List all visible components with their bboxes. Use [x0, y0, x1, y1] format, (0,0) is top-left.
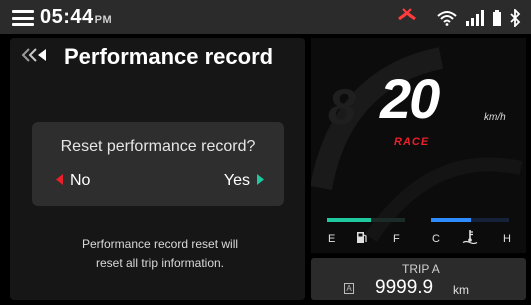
info-text-line-1: Performance record reset will — [81, 237, 239, 251]
arrow-left-icon — [56, 172, 63, 190]
coolant-temp-icon — [462, 230, 478, 249]
speed-unit: km/h — [484, 112, 506, 123]
yes-button[interactable]: Yes — [224, 172, 264, 190]
status-icons — [437, 7, 521, 29]
no-button[interactable]: No — [56, 172, 90, 190]
temp-gauge-bar — [431, 218, 471, 222]
back-icon[interactable] — [20, 47, 54, 68]
trip-badge-icon: A — [344, 283, 354, 294]
alert-icon — [397, 7, 417, 28]
speed-readout: 20 — [380, 67, 440, 130]
yes-label: Yes — [223, 172, 250, 189]
clock: 05:44PM — [40, 6, 113, 28]
fuel-gauge-bar — [327, 218, 371, 222]
fuel-empty-label: E — [328, 233, 336, 245]
speed-ghost-digit: 8 — [328, 79, 356, 135]
riding-mode: RACE — [394, 136, 430, 148]
no-label: No — [70, 172, 91, 189]
wifi-icon — [437, 10, 457, 26]
arrow-right-icon — [257, 172, 264, 190]
temp-hot-label: H — [503, 233, 511, 245]
trip-name: TRIP A — [402, 262, 440, 276]
trip-value: 9999.9 — [375, 277, 434, 298]
battery-icon — [493, 10, 501, 26]
dialog-question: Reset performance record? — [60, 138, 256, 155]
bluetooth-icon — [509, 9, 521, 27]
fuel-full-label: F — [393, 233, 400, 245]
info-text-line-2: reset all trip information. — [95, 256, 225, 270]
fuel-pump-icon — [356, 231, 368, 249]
menu-icon[interactable] — [12, 10, 34, 26]
page-title: Performance record — [64, 44, 274, 69]
signal-icon — [465, 10, 485, 26]
reset-dialog: Reset performance record? No Yes — [32, 122, 284, 206]
trip-unit: km — [453, 283, 469, 297]
temp-cold-label: C — [432, 233, 440, 245]
